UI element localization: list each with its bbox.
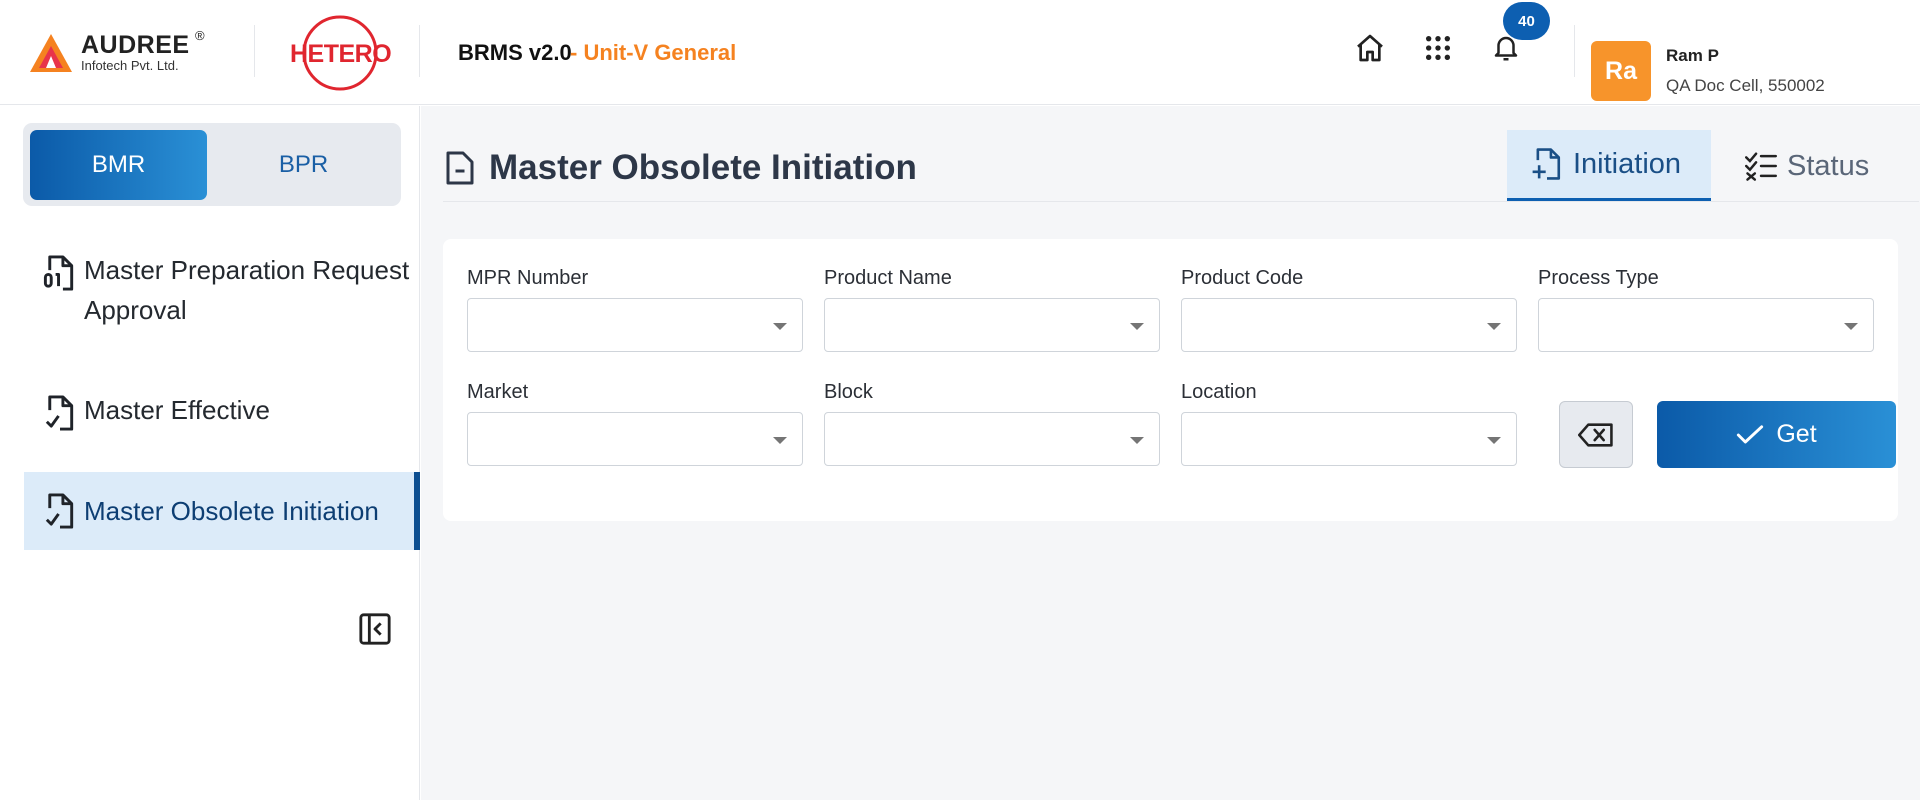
backspace-clear-icon (1578, 422, 1613, 447)
header-divider (254, 25, 255, 77)
header-divider (419, 25, 420, 77)
sidebar-item-master-effective[interactable]: Master Effective (24, 390, 420, 432)
bpr-tab[interactable]: BPR (215, 130, 392, 200)
top-header: AUDREE ® Infotech Pvt. Ltd. HETERO BRMS … (0, 0, 1920, 105)
file-binary-icon (43, 255, 74, 291)
tab-label: Status (1787, 149, 1870, 182)
chevron-down-icon (1130, 323, 1144, 330)
chevron-down-icon (1487, 437, 1501, 444)
page-header: Master Obsolete Initiation (445, 144, 917, 192)
hetero-logo: HETERO (285, 14, 392, 92)
sidebar-item-label: Master Obsolete Initiation (84, 496, 379, 526)
brand-subtitle: Infotech Pvt. Ltd. (81, 58, 179, 73)
user-name: Ram P (1666, 46, 1719, 65)
sidebar-item-master-obsolete-initiation[interactable]: Master Obsolete Initiation (24, 472, 420, 550)
product-code-select[interactable] (1181, 298, 1517, 352)
market-select[interactable] (467, 412, 803, 466)
bmr-tab[interactable]: BMR (30, 130, 207, 200)
brand-name: AUDREE (81, 31, 190, 59)
check-icon (1737, 424, 1764, 443)
home-icon (1357, 34, 1383, 62)
filter-card: MPR Number Product Name Product Code Pro… (443, 239, 1898, 521)
main-content: Master Obsolete Initiation Initiation St… (421, 106, 1920, 800)
hetero-wordmark: HETERO (290, 40, 392, 68)
mpr-number-select[interactable] (467, 298, 803, 352)
tab-status[interactable]: Status (1741, 130, 1891, 202)
block-label: Block (824, 381, 873, 403)
clear-filters-button[interactable] (1559, 401, 1633, 468)
collapse-sidebar-icon[interactable] (358, 612, 392, 646)
module-switcher: BMR BPR (23, 123, 401, 206)
title-divider (443, 201, 1919, 202)
audree-logo[interactable]: AUDREE ® Infotech Pvt. Ltd. (30, 28, 210, 78)
sidebar: BMR BPR Master Preparation Request Appro… (0, 106, 420, 800)
apps-grid-icon (1425, 35, 1451, 61)
file-check-icon (45, 493, 74, 529)
home-button[interactable] (1352, 30, 1388, 66)
get-button-label: Get (1776, 420, 1817, 448)
product-name-label: Product Name (824, 267, 952, 289)
page-title: Master Obsolete Initiation (489, 148, 917, 187)
tab-initiation[interactable]: Initiation (1507, 130, 1711, 202)
notification-count-badge[interactable]: 40 (1503, 2, 1550, 40)
chevron-down-icon (1844, 323, 1858, 330)
product-name-select[interactable] (824, 298, 1160, 352)
sidebar-item-label: Master Effective (84, 395, 270, 425)
process-type-label: Process Type (1538, 267, 1659, 289)
app-subtitle: - Unit-V General (570, 40, 737, 65)
process-type-select[interactable] (1538, 298, 1874, 352)
sidebar-item-master-preparation-request-approval[interactable]: Master Preparation Request Approval (24, 250, 420, 330)
avatar[interactable]: Ra (1591, 41, 1651, 101)
mpr-number-label: MPR Number (467, 267, 589, 289)
tab-label: Initiation (1573, 147, 1682, 180)
product-code-label: Product Code (1181, 267, 1304, 289)
audree-logo-mark-icon (30, 34, 72, 72)
chevron-down-icon (773, 323, 787, 330)
header-divider (1574, 25, 1575, 77)
user-role: QA Doc Cell, 550002 (1666, 76, 1825, 95)
location-select[interactable] (1181, 412, 1517, 466)
brand-registered-mark: ® (195, 28, 205, 43)
apps-button[interactable] (1420, 30, 1456, 66)
file-minus-icon (446, 151, 474, 185)
block-select[interactable] (824, 412, 1160, 466)
file-plus-icon (1532, 148, 1561, 180)
chevron-down-icon (1130, 437, 1144, 444)
sidebar-item-label: Master Preparation Request Approval (84, 255, 410, 325)
get-button[interactable]: Get (1657, 401, 1896, 468)
market-label: Market (467, 381, 529, 403)
chevron-down-icon (773, 437, 787, 444)
file-check-icon (45, 395, 74, 431)
chevron-down-icon (1487, 323, 1501, 330)
app-title: BRMS v2.0 (458, 40, 572, 65)
location-label: Location (1181, 381, 1257, 403)
checklist-icon (1745, 152, 1777, 181)
